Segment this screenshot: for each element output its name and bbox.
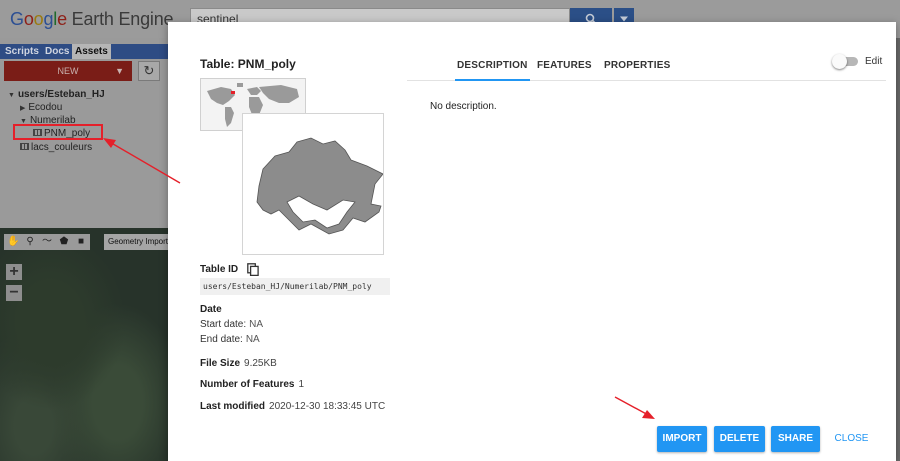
tab-scripts[interactable]: Scripts: [2, 44, 42, 59]
table-icon: [20, 143, 29, 150]
drawing-toolbar: ✋ ⚲ 〜 ⬟ ■: [4, 234, 90, 250]
tab-assets[interactable]: Assets: [72, 44, 111, 59]
triangle-down-icon: ▼: [8, 92, 15, 99]
dialog-title: Table: PNM_poly: [200, 57, 296, 71]
end-date-label: End date:: [200, 334, 243, 345]
toggle-knob: [832, 54, 847, 69]
polygon-icon[interactable]: ⬟: [58, 236, 70, 248]
dropdown-icon: [620, 16, 628, 22]
map-edge: [896, 38, 900, 461]
refresh-icon: ↻: [143, 63, 155, 78]
delete-button[interactable]: DELETE: [714, 426, 765, 452]
start-date-row: Start date: NA: [200, 319, 263, 330]
close-button[interactable]: CLOSE: [829, 426, 874, 452]
num-features-row: Number of Features 1: [200, 379, 304, 390]
tree-root-label: users/Esteban_HJ: [17, 89, 105, 100]
zoom-in-button[interactable]: +: [6, 264, 22, 280]
date-label: Date: [200, 304, 222, 315]
tab-properties[interactable]: PROPERTIES: [604, 60, 670, 81]
geometry-imports-button[interactable]: Geometry Imports: [104, 234, 168, 250]
share-button[interactable]: SHARE: [771, 426, 820, 452]
tree-folder-ecodou[interactable]: ▶ Ecodou: [20, 102, 62, 113]
dialog-tabs: DESCRIPTION FEATURES PROPERTIES: [407, 52, 886, 81]
tab-description[interactable]: DESCRIPTION: [455, 60, 530, 81]
tab-docs[interactable]: Docs: [42, 44, 72, 59]
copy-icon[interactable]: [247, 263, 259, 276]
zoom-out-button[interactable]: −: [6, 285, 22, 301]
file-size-row: File Size 9.25KB: [200, 358, 277, 369]
new-button[interactable]: NEW ▼: [4, 61, 132, 81]
last-modified-label: Last modified: [200, 401, 266, 412]
caret-down-icon: ▼: [115, 66, 124, 76]
edit-toggle[interactable]: [832, 54, 860, 69]
table-id-label: Table ID: [200, 264, 239, 275]
table-id-value[interactable]: users/Esteban_HJ/Numerilab/PNM_poly: [200, 278, 390, 295]
triangle-right-icon: ▶: [20, 105, 26, 112]
end-date-value: NA: [245, 334, 260, 345]
tree-root[interactable]: ▼ users/Esteban_HJ: [8, 89, 105, 100]
map-view[interactable]: ✋ ⚲ 〜 ⬟ ■ Geometry Imports + −: [0, 228, 168, 461]
description-text: No description.: [430, 101, 497, 112]
hand-icon[interactable]: ✋: [7, 236, 19, 248]
panel-tabs: Scripts Docs Assets: [0, 44, 168, 59]
marker-icon[interactable]: ⚲: [24, 236, 36, 248]
num-features-value: 1: [298, 379, 305, 390]
rectangle-icon[interactable]: ■: [75, 236, 87, 248]
tree-item-lacs-couleurs[interactable]: lacs_couleurs: [20, 142, 92, 153]
start-date-value: NA: [249, 319, 264, 330]
file-size-label: File Size: [200, 358, 241, 369]
geometry-preview: [242, 113, 384, 255]
import-button[interactable]: IMPORT: [657, 426, 707, 452]
end-date-row: End date: NA: [200, 334, 260, 345]
line-icon[interactable]: 〜: [41, 236, 53, 248]
refresh-button[interactable]: ↻: [138, 61, 160, 81]
tree-item-label: lacs_couleurs: [31, 142, 93, 153]
last-modified-value: 2020-12-30 18:33:45 UTC: [269, 401, 386, 412]
new-button-label: NEW: [57, 66, 79, 76]
file-size-value: 9.25KB: [244, 358, 277, 369]
start-date-label: Start date:: [200, 319, 247, 330]
num-features-label: Number of Features: [200, 379, 295, 390]
edit-label: Edit: [865, 56, 883, 67]
tree-folder-label: Ecodou: [28, 102, 63, 113]
asset-details-dialog: Table: PNM_poly Table ID users/Esteban_H: [168, 22, 896, 461]
tab-features[interactable]: FEATURES: [537, 60, 592, 81]
last-modified-row: Last modified 2020-12-30 18:33:45 UTC: [200, 401, 385, 412]
app-logo[interactable]: Google Earth Engine: [10, 9, 174, 30]
annotation-highlight-box: [13, 124, 103, 140]
